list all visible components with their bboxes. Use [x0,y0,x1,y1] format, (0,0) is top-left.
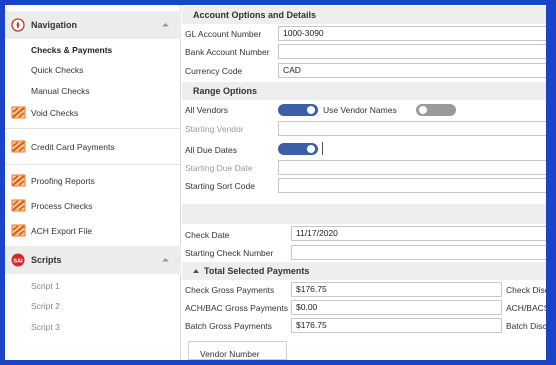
sidebar-divider [5,164,181,165]
bank-account-field[interactable] [278,44,551,59]
check-discount-label: Check Discou [506,285,551,295]
gl-account-field[interactable]: 1000-3090 [278,26,551,41]
toggle-knob [307,145,315,153]
sidebar-item-label: Credit Card Payments [31,142,115,152]
use-vendor-names-label: Use Vendor Names [323,105,397,115]
chevron-up-icon[interactable] [161,20,170,29]
batch-gross-field[interactable]: $176.75 [291,318,502,333]
all-due-dates-toggle[interactable] [278,143,318,155]
main-panel: Account Options and Details GL Account N… [182,5,551,360]
account-options-header: Account Options and Details [182,6,551,24]
sidebar-item-credit-card-payments[interactable]: Credit Card Payments [5,137,181,157]
collapse-arrow-icon[interactable] [192,267,200,275]
sidebar-item-checks-payments[interactable]: Checks & Payments [31,45,112,55]
sidebar-item-manual-checks[interactable]: Manual Checks [31,86,90,96]
starting-due-date-field[interactable] [278,160,551,175]
sidebar-item-label: Process Checks [31,201,93,211]
sidebar-item-script-3[interactable]: Script 3 [31,322,60,332]
sidebar-item-script-1[interactable]: Script 1 [31,281,60,291]
scripts-group-header[interactable]: SAI Scripts [5,246,181,274]
check-date-label: Check Date [185,230,230,240]
sidebar-item-proofing-reports[interactable]: Proofing Reports [5,171,181,191]
navigation-group-label: Navigation [31,20,78,30]
vendor-number-column-header[interactable]: Vendor Number [188,341,287,360]
sidebar-item-process-checks[interactable]: Process Checks [5,196,181,216]
tool-icon [11,174,26,187]
batch-gross-label: Batch Gross Payments [185,321,272,331]
scripts-badge-text: SAI [13,258,23,264]
use-vendor-names-toggle[interactable] [416,104,456,116]
starting-due-date-label: Starting Due Date [185,163,253,173]
sidebar: Navigation Checks & Payments Quick Check… [5,5,181,360]
starting-vendor-label: Starting Vendor [185,124,244,134]
currency-code-field[interactable]: CAD [278,63,551,78]
batch-discount-label: Batch Discou [506,321,551,331]
starting-check-number-field[interactable] [291,245,551,260]
spacer-band [182,204,551,224]
window-border [546,5,551,360]
sidebar-item-label: Void Checks [31,108,79,118]
toggle-knob [307,106,315,114]
all-vendors-toggle[interactable] [278,104,318,116]
sidebar-item-void-checks[interactable]: Void Checks [5,103,181,123]
starting-sort-code-field[interactable] [278,178,551,193]
sidebar-divider [5,128,181,129]
compass-icon [11,18,25,32]
check-gross-label: Check Gross Payments [185,285,275,295]
range-options-header: Range Options [182,82,551,100]
scripts-group-label: Scripts [31,255,62,265]
bank-account-label: Bank Account Number [185,47,270,57]
check-gross-field[interactable]: $176.75 [291,282,502,297]
tool-icon [11,106,26,119]
sidebar-item-label: ACH Export File [31,226,92,236]
starting-vendor-field[interactable] [278,121,551,136]
total-selected-payments-header[interactable]: Total Selected Payments [182,262,551,280]
text-cursor [322,142,323,155]
all-due-dates-label: All Due Dates [185,145,237,155]
ach-bac-gross-label: ACH/BAC Gross Payments [185,303,288,313]
app-window: Navigation Checks & Payments Quick Check… [5,5,551,360]
sidebar-item-label: Proofing Reports [31,176,95,186]
scripts-icon: SAI [11,253,25,267]
sidebar-item-ach-export-file[interactable]: ACH Export File [5,221,181,241]
chevron-up-icon[interactable] [161,255,170,264]
tool-icon [11,224,26,237]
ach-bacs-discount-label: ACH/BACS Di [506,303,551,313]
navigation-group-header[interactable]: Navigation [5,11,181,39]
tool-icon [11,140,26,153]
currency-code-label: Currency Code [185,66,243,76]
starting-check-number-label: Starting Check Number [185,248,274,258]
ach-bac-gross-field[interactable]: $0.00 [291,300,502,315]
toggle-knob [419,106,427,114]
sidebar-item-script-2[interactable]: Script 2 [31,301,60,311]
all-vendors-label: All Vendors [185,105,228,115]
sidebar-item-quick-checks[interactable]: Quick Checks [31,65,83,75]
starting-sort-code-label: Starting Sort Code [185,181,255,191]
tool-icon [11,199,26,212]
gl-account-label: GL Account Number [185,29,262,39]
check-date-field[interactable]: 11/17/2020 [291,226,551,241]
